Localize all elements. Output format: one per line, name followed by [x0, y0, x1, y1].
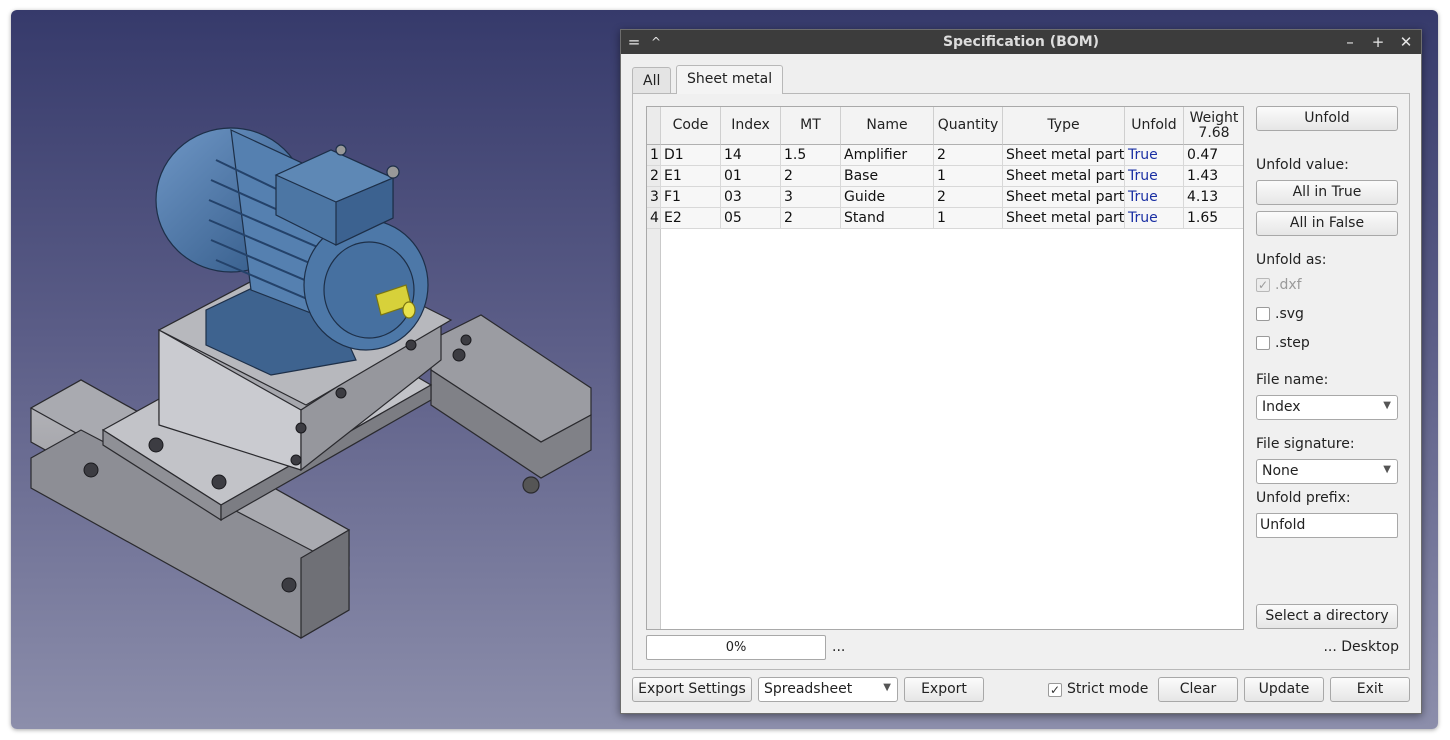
file-signature-label: File signature: [1256, 436, 1355, 452]
table-cell-n[interactable]: 1 [647, 145, 661, 166]
table-cell-type[interactable]: Sheet metal part [1003, 187, 1125, 208]
table-cell-weight[interactable]: 4.13 [1184, 187, 1243, 208]
table-cell-qty[interactable]: 2 [934, 187, 1003, 208]
table-cell-code[interactable]: D1 [661, 145, 721, 166]
table-cell-index[interactable]: 03 [721, 187, 781, 208]
chevron-down-icon: ▼ [1383, 400, 1391, 411]
table-cell-code[interactable]: F1 [661, 187, 721, 208]
table-cell-weight[interactable]: 1.65 [1184, 208, 1243, 229]
update-button[interactable]: Update [1244, 677, 1324, 702]
table-cell-mt[interactable]: 3 [781, 187, 841, 208]
column-header-unfold[interactable]: Unfold [1125, 107, 1184, 145]
export-format-value: Spreadsheet [764, 681, 853, 697]
step-label[interactable]: .step [1275, 335, 1310, 351]
table-cell-type[interactable]: Sheet metal part [1003, 208, 1125, 229]
table-cell-index[interactable]: 14 [721, 145, 781, 166]
bom-table[interactable]: Code Index MT Name Quantity Type Unfold … [646, 106, 1244, 630]
file-name-label: File name: [1256, 372, 1329, 388]
column-header-index[interactable]: Index [721, 107, 781, 145]
bom-dialog: = ^ Specification (BOM) – + ✕ All Sheet … [620, 29, 1422, 714]
right-rail [430, 314, 592, 494]
table-cell-n[interactable]: 4 [647, 208, 661, 229]
unfold-prefix-label: Unfold prefix: [1256, 490, 1351, 506]
progress-bar: 0% [646, 635, 826, 660]
table-cell-code[interactable]: E2 [661, 208, 721, 229]
unfold-as-label: Unfold as: [1256, 252, 1327, 268]
table-cell-n[interactable]: 2 [647, 166, 661, 187]
table-cell-name[interactable]: Amplifier [841, 145, 934, 166]
exit-button[interactable]: Exit [1330, 677, 1410, 702]
column-header-mt[interactable]: MT [781, 107, 841, 145]
table-cell-unfold[interactable]: True [1125, 208, 1184, 229]
strict-mode-label[interactable]: Strict mode [1067, 681, 1148, 697]
select-directory-button[interactable]: Select a directory [1256, 604, 1398, 629]
all-in-true-button[interactable]: All in True [1256, 180, 1398, 205]
export-settings-button[interactable]: Export Settings [632, 677, 752, 702]
title-bar: = ^ Specification (BOM) – + ✕ [621, 30, 1421, 54]
step-checkbox[interactable] [1256, 336, 1270, 350]
progress-ellipsis: ... [832, 639, 846, 655]
close-icon[interactable]: ✕ [1397, 32, 1415, 52]
export-button[interactable]: Export [904, 677, 984, 702]
tab-panel: Code Index MT Name Quantity Type Unfold … [632, 93, 1410, 670]
column-header-type[interactable]: Type [1003, 107, 1125, 145]
column-header-quantity[interactable]: Quantity [934, 107, 1003, 145]
table-cell-qty[interactable]: 1 [934, 166, 1003, 187]
file-name-select[interactable]: Index ▼ [1256, 395, 1398, 420]
all-in-false-button[interactable]: All in False [1256, 211, 1398, 236]
chevron-down-icon: ▼ [883, 682, 891, 693]
column-header-weight[interactable]: Weight 7.68 [1184, 107, 1243, 145]
table-cell-unfold[interactable]: True [1125, 187, 1184, 208]
minimize-icon[interactable]: – [1341, 32, 1359, 52]
column-header-name[interactable]: Name [841, 107, 934, 145]
tab-sheet-metal[interactable]: Sheet metal [676, 65, 784, 94]
directory-path: ... Desktop [1323, 639, 1399, 655]
table-cell-qty[interactable]: 2 [934, 145, 1003, 166]
file-signature-select[interactable]: None ▼ [1256, 459, 1398, 484]
table-cell-name[interactable]: Base [841, 166, 934, 187]
table-cell-n[interactable]: 3 [647, 187, 661, 208]
table-cell-index[interactable]: 05 [721, 208, 781, 229]
table-cell-mt[interactable]: 2 [781, 166, 841, 187]
svg-label[interactable]: .svg [1275, 306, 1304, 322]
dialog-title: Specification (BOM) [942, 34, 1100, 50]
file-name-value: Index [1262, 399, 1301, 415]
dxf-label: .dxf [1275, 277, 1302, 293]
chevron-down-icon: ▼ [1383, 464, 1391, 475]
table-cell-unfold[interactable]: True [1125, 145, 1184, 166]
column-header-code[interactable]: Code [661, 107, 721, 145]
table-cell-qty[interactable]: 1 [934, 208, 1003, 229]
unfold-value-label: Unfold value: [1256, 157, 1349, 173]
table-cell-code[interactable]: E1 [661, 166, 721, 187]
table-cell-mt[interactable]: 1.5 [781, 145, 841, 166]
table-cell-weight[interactable]: 0.47 [1184, 145, 1243, 166]
clear-button[interactable]: Clear [1158, 677, 1238, 702]
table-cell-weight[interactable]: 1.43 [1184, 166, 1243, 187]
table-cell-name[interactable]: Stand [841, 208, 934, 229]
table-cell-unfold[interactable]: True [1125, 166, 1184, 187]
corner-header [647, 107, 661, 145]
table-cell-type[interactable]: Sheet metal part [1003, 166, 1125, 187]
file-signature-value: None [1262, 463, 1299, 479]
tab-all[interactable]: All [632, 67, 672, 94]
3d-viewport[interactable] [11, 10, 611, 729]
maximize-icon[interactable]: + [1369, 32, 1387, 52]
unfold-button[interactable]: Unfold [1256, 106, 1398, 131]
unfold-prefix-input[interactable]: Unfold [1256, 513, 1398, 538]
table-cell-mt[interactable]: 2 [781, 208, 841, 229]
table-cell-name[interactable]: Guide [841, 187, 934, 208]
dxf-checkbox: ✓ [1256, 278, 1270, 292]
table-cell-type[interactable]: Sheet metal part [1003, 145, 1125, 166]
strict-mode-checkbox[interactable]: ✓ [1048, 683, 1062, 697]
app-window: = ^ Specification (BOM) – + ✕ All Sheet … [11, 10, 1438, 729]
svg-checkbox[interactable] [1256, 307, 1270, 321]
export-format-select[interactable]: Spreadsheet ▼ [758, 677, 898, 702]
table-cell-index[interactable]: 01 [721, 166, 781, 187]
